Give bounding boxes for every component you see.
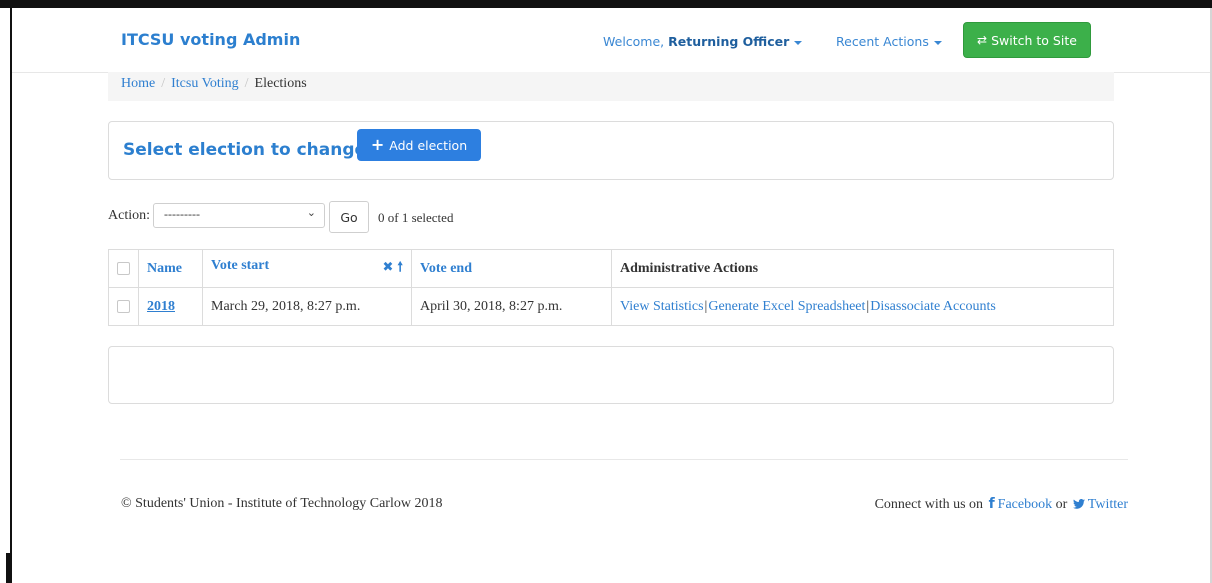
sort-controls: ✖ 🠕 [379,258,403,280]
empty-panel [108,346,1114,404]
user-name: Returning Officer [668,34,790,49]
view-statistics-link[interactable]: View Statistics [620,299,704,314]
breadcrumb-itcsu-voting[interactable]: Itcsu Voting [171,76,239,91]
breadcrumb-current: Elections [254,76,307,91]
row-admin-actions: View Statistics|Generate Excel Spreadshe… [611,287,1114,326]
window-frame-left [0,8,12,583]
action-select-value: --------- [164,207,200,221]
pipe-separator: | [704,298,708,314]
column-header-vote-start-label: Vote start [211,257,270,273]
breadcrumb-home[interactable]: Home [121,76,155,91]
arrow-up-icon[interactable]: 🠕 [397,260,403,275]
election-name-link[interactable]: 2018 [147,299,175,314]
table-row: 2018 March 29, 2018, 8:27 p.m. April 30,… [108,287,1114,326]
top-navbar: ITCSU voting Admin Welcome, Returning Of… [12,8,1210,73]
action-label: Action: [108,208,150,223]
page-header-panel: Select election to change + Add election [108,121,1114,180]
column-header-vote-end[interactable]: Vote end [411,249,612,288]
disassociate-accounts-link[interactable]: Disassociate Accounts [870,299,996,314]
table-header-row: Name Vote start ✖ 🠕 Vote end Administrati… [108,249,1114,288]
facebook-icon: f [988,496,995,512]
add-election-button[interactable]: + Add election [357,129,481,161]
row-name-cell: 2018 [138,287,203,326]
row-checkbox[interactable] [117,299,130,313]
user-menu[interactable]: Welcome, Returning Officer [603,34,803,49]
select-all-cell [108,249,139,288]
column-header-vote-start[interactable]: Vote start ✖ 🠕 [202,249,412,288]
row-vote-start: March 29, 2018, 8:27 p.m. [202,287,412,326]
row-select-cell [108,287,139,326]
switch-to-site-label: Switch to Site [991,32,1077,48]
recent-actions-menu[interactable]: Recent Actions [836,34,942,49]
column-header-admin-actions: Administrative Actions [611,249,1114,288]
switch-to-site-button[interactable]: ⇄ Switch to Site [963,22,1091,58]
twitter-icon [1072,499,1085,509]
footer-social-links: Connect with us on f Facebook or Twitter [875,496,1128,513]
pipe-separator: | [866,298,870,314]
add-election-label: Add election [389,137,468,153]
recent-actions-label: Recent Actions [836,34,929,49]
welcome-text: Welcome, [603,34,665,49]
or-text: or [1055,497,1068,512]
footer-copyright: © Students' Union - Institute of Technol… [121,496,443,511]
column-header-name[interactable]: Name [138,249,203,288]
chevron-down-icon: ⌄ [306,206,316,219]
window-frame-top [0,0,1212,8]
plus-icon: + [370,135,385,154]
caret-down-icon [794,40,803,45]
row-vote-end: April 30, 2018, 8:27 p.m. [411,287,612,326]
footer-divider [120,459,1128,460]
exchange-icon: ⇄ [977,33,988,47]
page-title: Select election to change [123,140,367,160]
select-all-checkbox[interactable] [117,261,130,275]
breadcrumb: Home / Itcsu Voting / Elections [108,72,1114,101]
breadcrumb-separator: / [244,76,249,91]
facebook-link[interactable]: Facebook [998,497,1052,512]
action-select[interactable]: --------- ⌄ [153,203,325,228]
caret-down-icon [933,40,942,45]
twitter-link[interactable]: Twitter [1088,497,1128,512]
selection-status: 0 of 1 selected [378,210,454,225]
breadcrumb-separator: / [161,76,166,91]
go-button[interactable]: Go [329,201,369,233]
site-brand[interactable]: ITCSU voting Admin [121,30,300,49]
results-table: Name Vote start ✖ 🠕 Vote end Administrati… [108,249,1114,326]
connect-text: Connect with us on [874,497,984,512]
generate-excel-link[interactable]: Generate Excel Spreadsheet [708,299,865,314]
window-frame-mark [6,553,10,583]
remove-sort-icon[interactable]: ✖ [383,260,394,275]
